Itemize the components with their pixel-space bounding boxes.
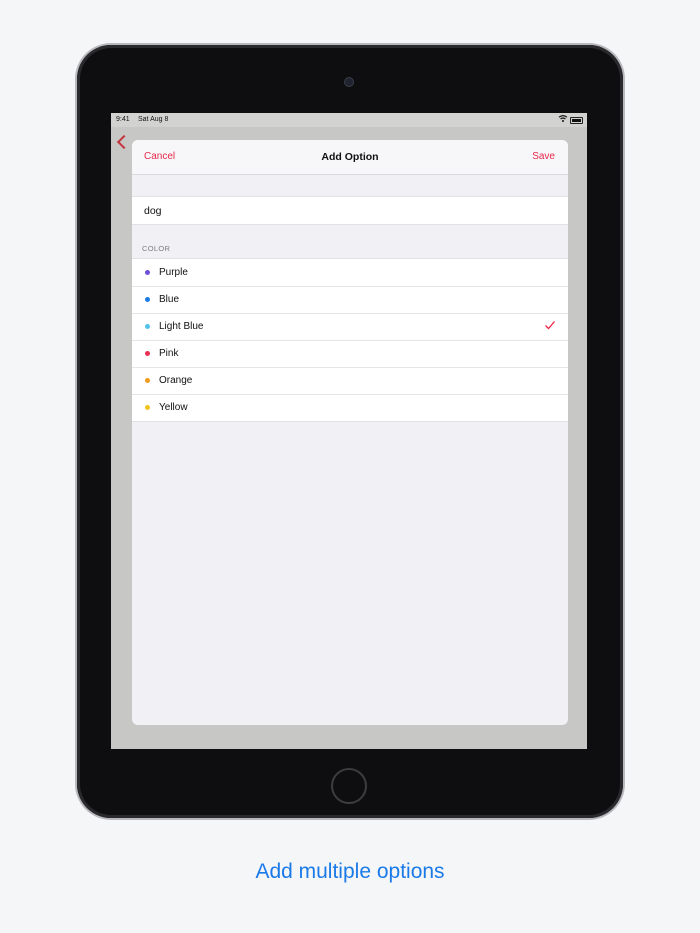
color-option-blue[interactable]: Blue [132, 286, 568, 313]
wifi-icon [558, 115, 568, 122]
color-option-label: Pink [159, 348, 179, 359]
caption-text: Add multiple options [255, 860, 445, 883]
color-option-purple[interactable]: Purple [132, 259, 568, 286]
color-option-pink[interactable]: Pink [132, 340, 568, 367]
color-option-light-blue[interactable]: Light Blue [132, 313, 568, 340]
option-name-row [132, 196, 568, 225]
color-option-label: Blue [159, 294, 180, 305]
home-button[interactable] [331, 768, 367, 804]
color-option-label: Purple [159, 267, 188, 278]
modal-nav-bar: Cancel Add Option Save [132, 140, 568, 175]
color-section-header: COLOR [142, 244, 171, 253]
color-dot-icon [145, 297, 150, 302]
add-option-modal: Cancel Add Option Save COLOR Purple Blue L… [132, 140, 568, 725]
status-time: 9:41 [116, 116, 130, 123]
save-button[interactable]: Save [532, 151, 555, 162]
status-date: Sat Aug 8 [138, 116, 169, 123]
color-dot-icon [145, 378, 150, 383]
modal-title: Add Option [321, 151, 379, 163]
color-list: Purple Blue Light Blue Pink Orange Yellow [132, 258, 568, 422]
background-back-chevron-icon [116, 134, 132, 150]
color-dot-icon [145, 270, 150, 275]
color-option-label: Orange [159, 375, 193, 386]
status-bar: 9:41 Sat Aug 8 [111, 113, 587, 127]
color-dot-icon [145, 324, 150, 329]
camera-icon [344, 77, 354, 87]
color-option-yellow[interactable]: Yellow [132, 394, 568, 421]
color-dot-icon [145, 405, 150, 410]
color-option-label: Yellow [159, 402, 188, 413]
color-option-orange[interactable]: Orange [132, 367, 568, 394]
color-option-label: Light Blue [159, 321, 204, 332]
battery-icon [570, 117, 583, 124]
option-name-input[interactable] [144, 197, 554, 224]
checkmark-icon [545, 321, 555, 330]
color-dot-icon [145, 351, 150, 356]
